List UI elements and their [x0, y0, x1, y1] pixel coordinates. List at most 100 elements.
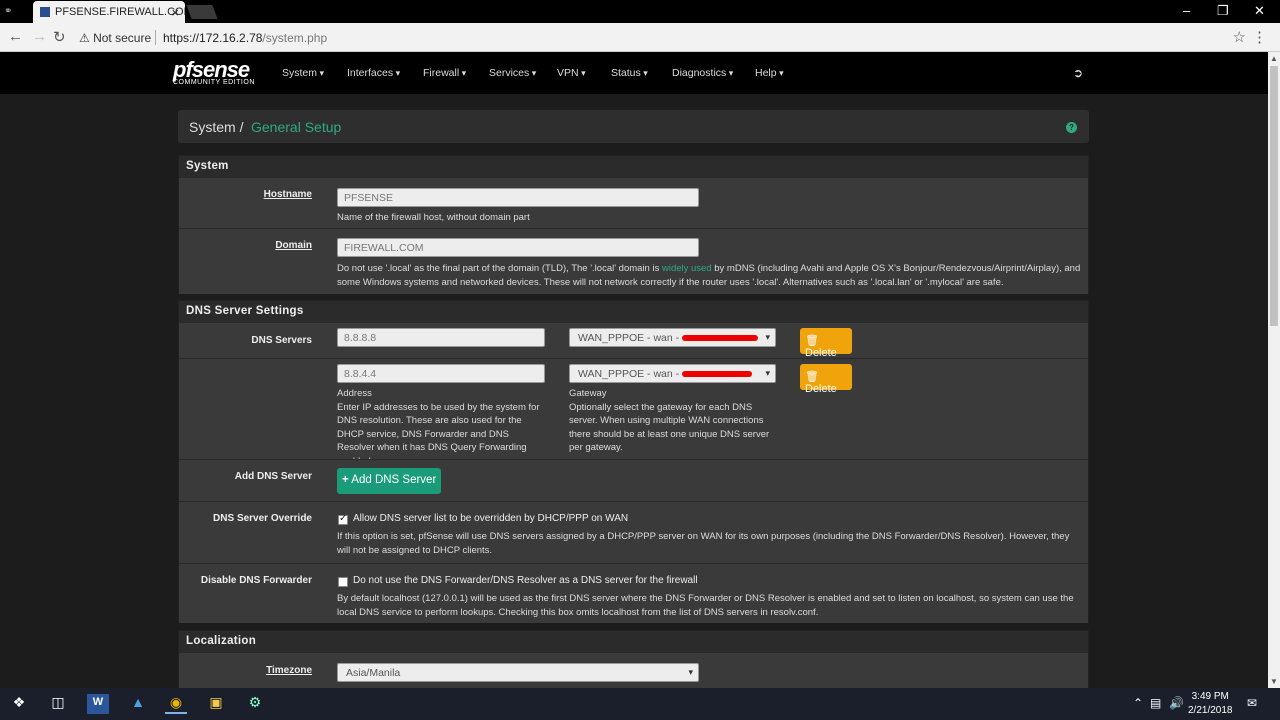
windows-start-icon[interactable]: ❖ [8, 694, 30, 714]
scrollbar-thumb[interactable] [1270, 66, 1278, 326]
nav-interfaces[interactable]: Interfaces [347, 67, 400, 79]
logo-subtitle: COMMUNITY EDITION [173, 79, 255, 86]
dns-gateway-select-2[interactable]: WAN_PPPOE - wan - [569, 364, 776, 383]
nav-status[interactable]: Status [611, 67, 648, 79]
delete-button-2[interactable]: 🗑 Delete [800, 364, 852, 395]
top-navbar: pfsense COMMUNITY EDITION System Interfa… [0, 52, 1268, 94]
nav-services[interactable]: Services [489, 67, 536, 79]
add-dns-label: Add DNS Server [234, 471, 312, 482]
tab-title: PFSENSE.FIREWALL.COM [55, 6, 185, 18]
system-panel: System Hostname PFSENSE Name of the fire… [178, 155, 1089, 294]
dns-server-row-2: 8.8.4.4 WAN_PPPOE - wan - 🗑 Delete Addre… [179, 358, 1088, 467]
redaction-mark [682, 335, 759, 342]
browser-menu-icon[interactable]: ⋮ [1252, 28, 1267, 46]
logout-icon[interactable]: ➲ [1073, 66, 1083, 80]
timezone-select[interactable]: Asia/Manila [337, 663, 699, 682]
address-bar: ← → ↻ ⚠ Not secure https://172.16.2.78/s… [0, 23, 1280, 52]
gateway-value-1: WAN_PPPOE - wan - [578, 332, 680, 344]
domain-input[interactable]: FIREWALL.COM [337, 238, 699, 257]
hostname-input[interactable]: PFSENSE [337, 188, 699, 207]
hostname-help: Name of the firewall host, without domai… [337, 212, 530, 223]
domain-help-text: Do not use '.local' as the final part of… [337, 263, 662, 274]
nav-help[interactable]: Help [755, 67, 784, 79]
url-field[interactable]: https://172.16.2.78/system.php [163, 31, 327, 45]
timezone-label[interactable]: Timezone [266, 665, 312, 676]
nav-firewall[interactable]: Firewall [423, 67, 466, 79]
forward-icon[interactable]: → [32, 28, 47, 45]
gateway-caption: Gateway [569, 388, 607, 399]
plus-icon: + [342, 474, 349, 486]
clock-time: 3:49 PM [1191, 691, 1229, 702]
address-help-text: Enter IP addresses to be used by the sys… [337, 401, 540, 467]
delete-label-2: Delete [805, 383, 837, 395]
network-tray-icon[interactable]: ▤ [1150, 696, 1161, 710]
pfsense-logo[interactable]: pfsense COMMUNITY EDITION [173, 57, 255, 86]
breadcrumb-current[interactable]: General Setup [251, 119, 341, 135]
close-tab-icon[interactable]: × [171, 5, 179, 20]
dns-panel-title: DNS Server Settings [179, 301, 1088, 322]
dns-override-checkbox[interactable] [338, 513, 348, 525]
dns-gateway-select-1[interactable]: WAN_PPPOE - wan - [569, 328, 776, 347]
page-scrollbar[interactable]: ▲ ▼ [1268, 52, 1280, 688]
new-tab-button[interactable] [186, 5, 218, 19]
taskbar-clock[interactable]: 3:49 PM 2/21/2018 [1188, 690, 1233, 718]
nav-diagnostics[interactable]: Diagnostics [672, 67, 733, 79]
reload-icon[interactable]: ↻ [53, 28, 66, 46]
address-caption: Address [337, 388, 372, 399]
disable-forwarder-row: Disable DNS Forwarder Do not use the DNS… [179, 563, 1088, 623]
word-icon[interactable]: W [87, 694, 109, 714]
shark-app-icon[interactable]: ▲ [127, 694, 149, 714]
volume-icon[interactable]: 🔊 [1169, 696, 1184, 710]
windows-taskbar: ❖ ◫ W ▲ ◉ ▣ ⚙ ⌃ ▤ 🔊 3:49 PM 2/21/2018 ✉ [0, 688, 1280, 720]
page-content: System / General Setup ? System Hostname… [0, 94, 1268, 688]
browser-tab-bar: ⚭ PFSENSE.FIREWALL.COM × – ❐ ✕ [0, 0, 1280, 23]
browser-tab[interactable]: PFSENSE.FIREWALL.COM × [33, 1, 185, 23]
dns-override-check-label[interactable]: Allow DNS server list to be overridden b… [353, 513, 628, 524]
restore-icon[interactable]: ❐ [1217, 3, 1229, 19]
help-icon[interactable]: ? [1066, 122, 1077, 133]
disable-forwarder-check-label[interactable]: Do not use the DNS Forwarder/DNS Resolve… [353, 575, 698, 586]
breadcrumb-parent[interactable]: System / [189, 119, 243, 135]
close-window-icon[interactable]: ✕ [1254, 3, 1265, 19]
bookmark-star-icon[interactable]: ☆ [1233, 28, 1246, 46]
domain-label[interactable]: Domain [275, 240, 312, 251]
nav-system[interactable]: System [282, 67, 324, 79]
scroll-down-icon[interactable]: ▼ [1270, 677, 1278, 686]
gateway-help: Gateway Optionally select the gateway for… [569, 387, 779, 455]
chrome-icon[interactable]: ◉ [165, 694, 187, 714]
url-host: https://172.16.2.78 [163, 31, 263, 45]
nav-vpn[interactable]: VPN [557, 67, 586, 79]
domain-help: Do not use '.local' as the final part of… [337, 262, 1085, 289]
tray-chevron-icon[interactable]: ⌃ [1133, 696, 1143, 710]
timezone-row: Timezone Asia/Manila [179, 652, 1088, 688]
minimize-icon[interactable]: – [1183, 3, 1190, 18]
dns-settings-panel: DNS Server Settings DNS Servers 8.8.8.8 … [178, 300, 1089, 623]
address-help: Address Enter IP addresses to be used by … [337, 387, 547, 468]
not-secure-indicator[interactable]: ⚠ Not secure [79, 31, 151, 45]
scroll-up-icon[interactable]: ▲ [1270, 54, 1278, 63]
widely-used-link[interactable]: widely used [662, 263, 712, 274]
hostname-label[interactable]: Hostname [264, 189, 312, 200]
disable-forwarder-label: Disable DNS Forwarder [200, 575, 312, 586]
disable-forwarder-checkbox[interactable] [338, 577, 348, 587]
task-view-icon[interactable]: ◫ [47, 694, 69, 714]
url-path: /system.php [262, 31, 328, 45]
network-tool-icon[interactable]: ⚙ [244, 694, 266, 714]
notification-icon[interactable]: ✉ [1247, 696, 1257, 710]
dns-override-help: If this option is set, pfSense will use … [337, 531, 1070, 556]
system-panel-title: System [179, 156, 1088, 177]
disable-forwarder-help: By default localhost (127.0.0.1) will be… [337, 593, 1074, 618]
security-label: Not secure [93, 31, 152, 45]
hostname-row: Hostname PFSENSE Name of the firewall ho… [179, 177, 1088, 228]
domain-row: Domain FIREWALL.COM Do not use '.local' … [179, 228, 1088, 294]
file-explorer-icon[interactable]: ▣ [205, 694, 227, 714]
pfsense-favicon [40, 7, 50, 17]
clock-date: 2/21/2018 [1188, 705, 1233, 716]
dns-address-input-1[interactable]: 8.8.8.8 [337, 328, 545, 347]
dns-address-input-2[interactable]: 8.8.4.4 [337, 364, 545, 383]
dns-servers-label: DNS Servers [251, 335, 312, 346]
back-icon[interactable]: ← [8, 28, 23, 45]
add-dns-server-button[interactable]: + Add DNS Server [337, 468, 442, 494]
delete-button-1[interactable]: 🗑 Delete [800, 328, 852, 359]
dns-override-label: DNS Server Override [213, 513, 312, 524]
